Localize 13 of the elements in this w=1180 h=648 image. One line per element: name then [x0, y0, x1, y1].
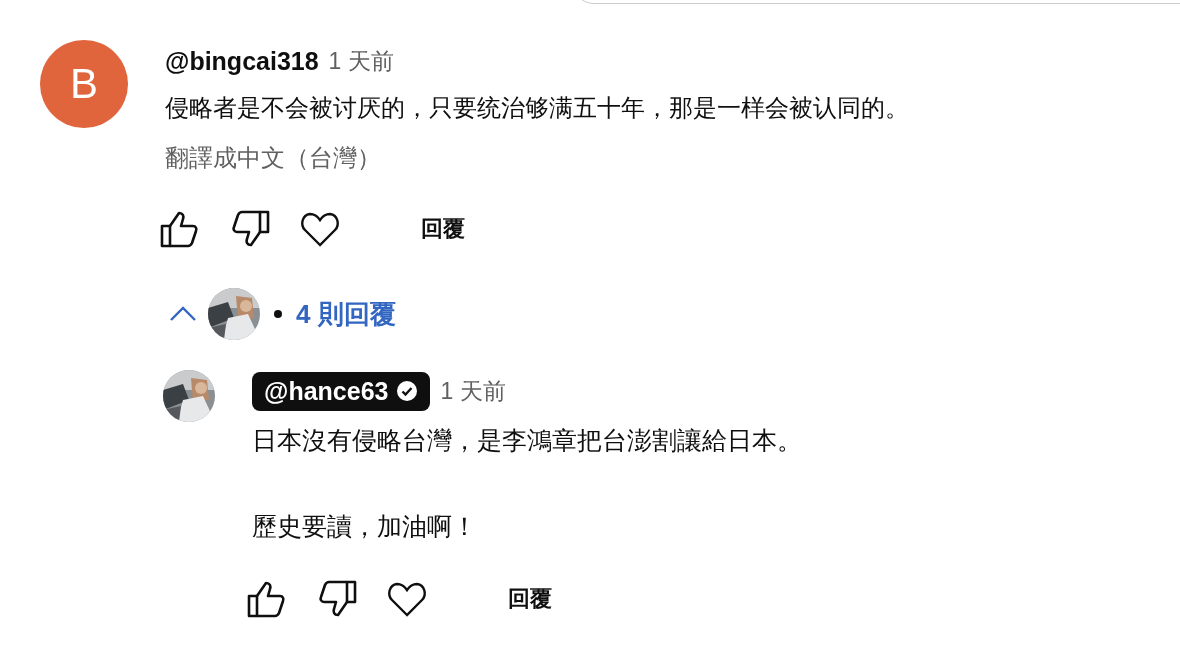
author-badge[interactable]: @hance63 [252, 371, 431, 411]
reply-button[interactable]: 回覆 [421, 214, 465, 244]
reply-button[interactable]: 回覆 [508, 584, 552, 614]
translate-link[interactable]: 翻譯成中文（台灣） [165, 142, 909, 174]
comment-text: 歷史要讀，加油啊！ [252, 511, 478, 542]
comment-text: 侵略者是不会被讨厌的，只要统治够满五十年，那是一样会被认同的。 [165, 93, 909, 123]
comment-text: 日本沒有侵略台灣，是李鴻章把台澎割讓給日本。 [252, 425, 802, 456]
author-name[interactable]: @hance63 [264, 376, 389, 406]
comment-time: 1 天前 [440, 376, 506, 406]
replies-count-button[interactable]: 4 則回覆 [296, 296, 396, 332]
comment-time: 1 天前 [328, 46, 394, 76]
author-name[interactable]: @bingcai318 [165, 43, 319, 79]
bullet-dot [274, 310, 282, 318]
